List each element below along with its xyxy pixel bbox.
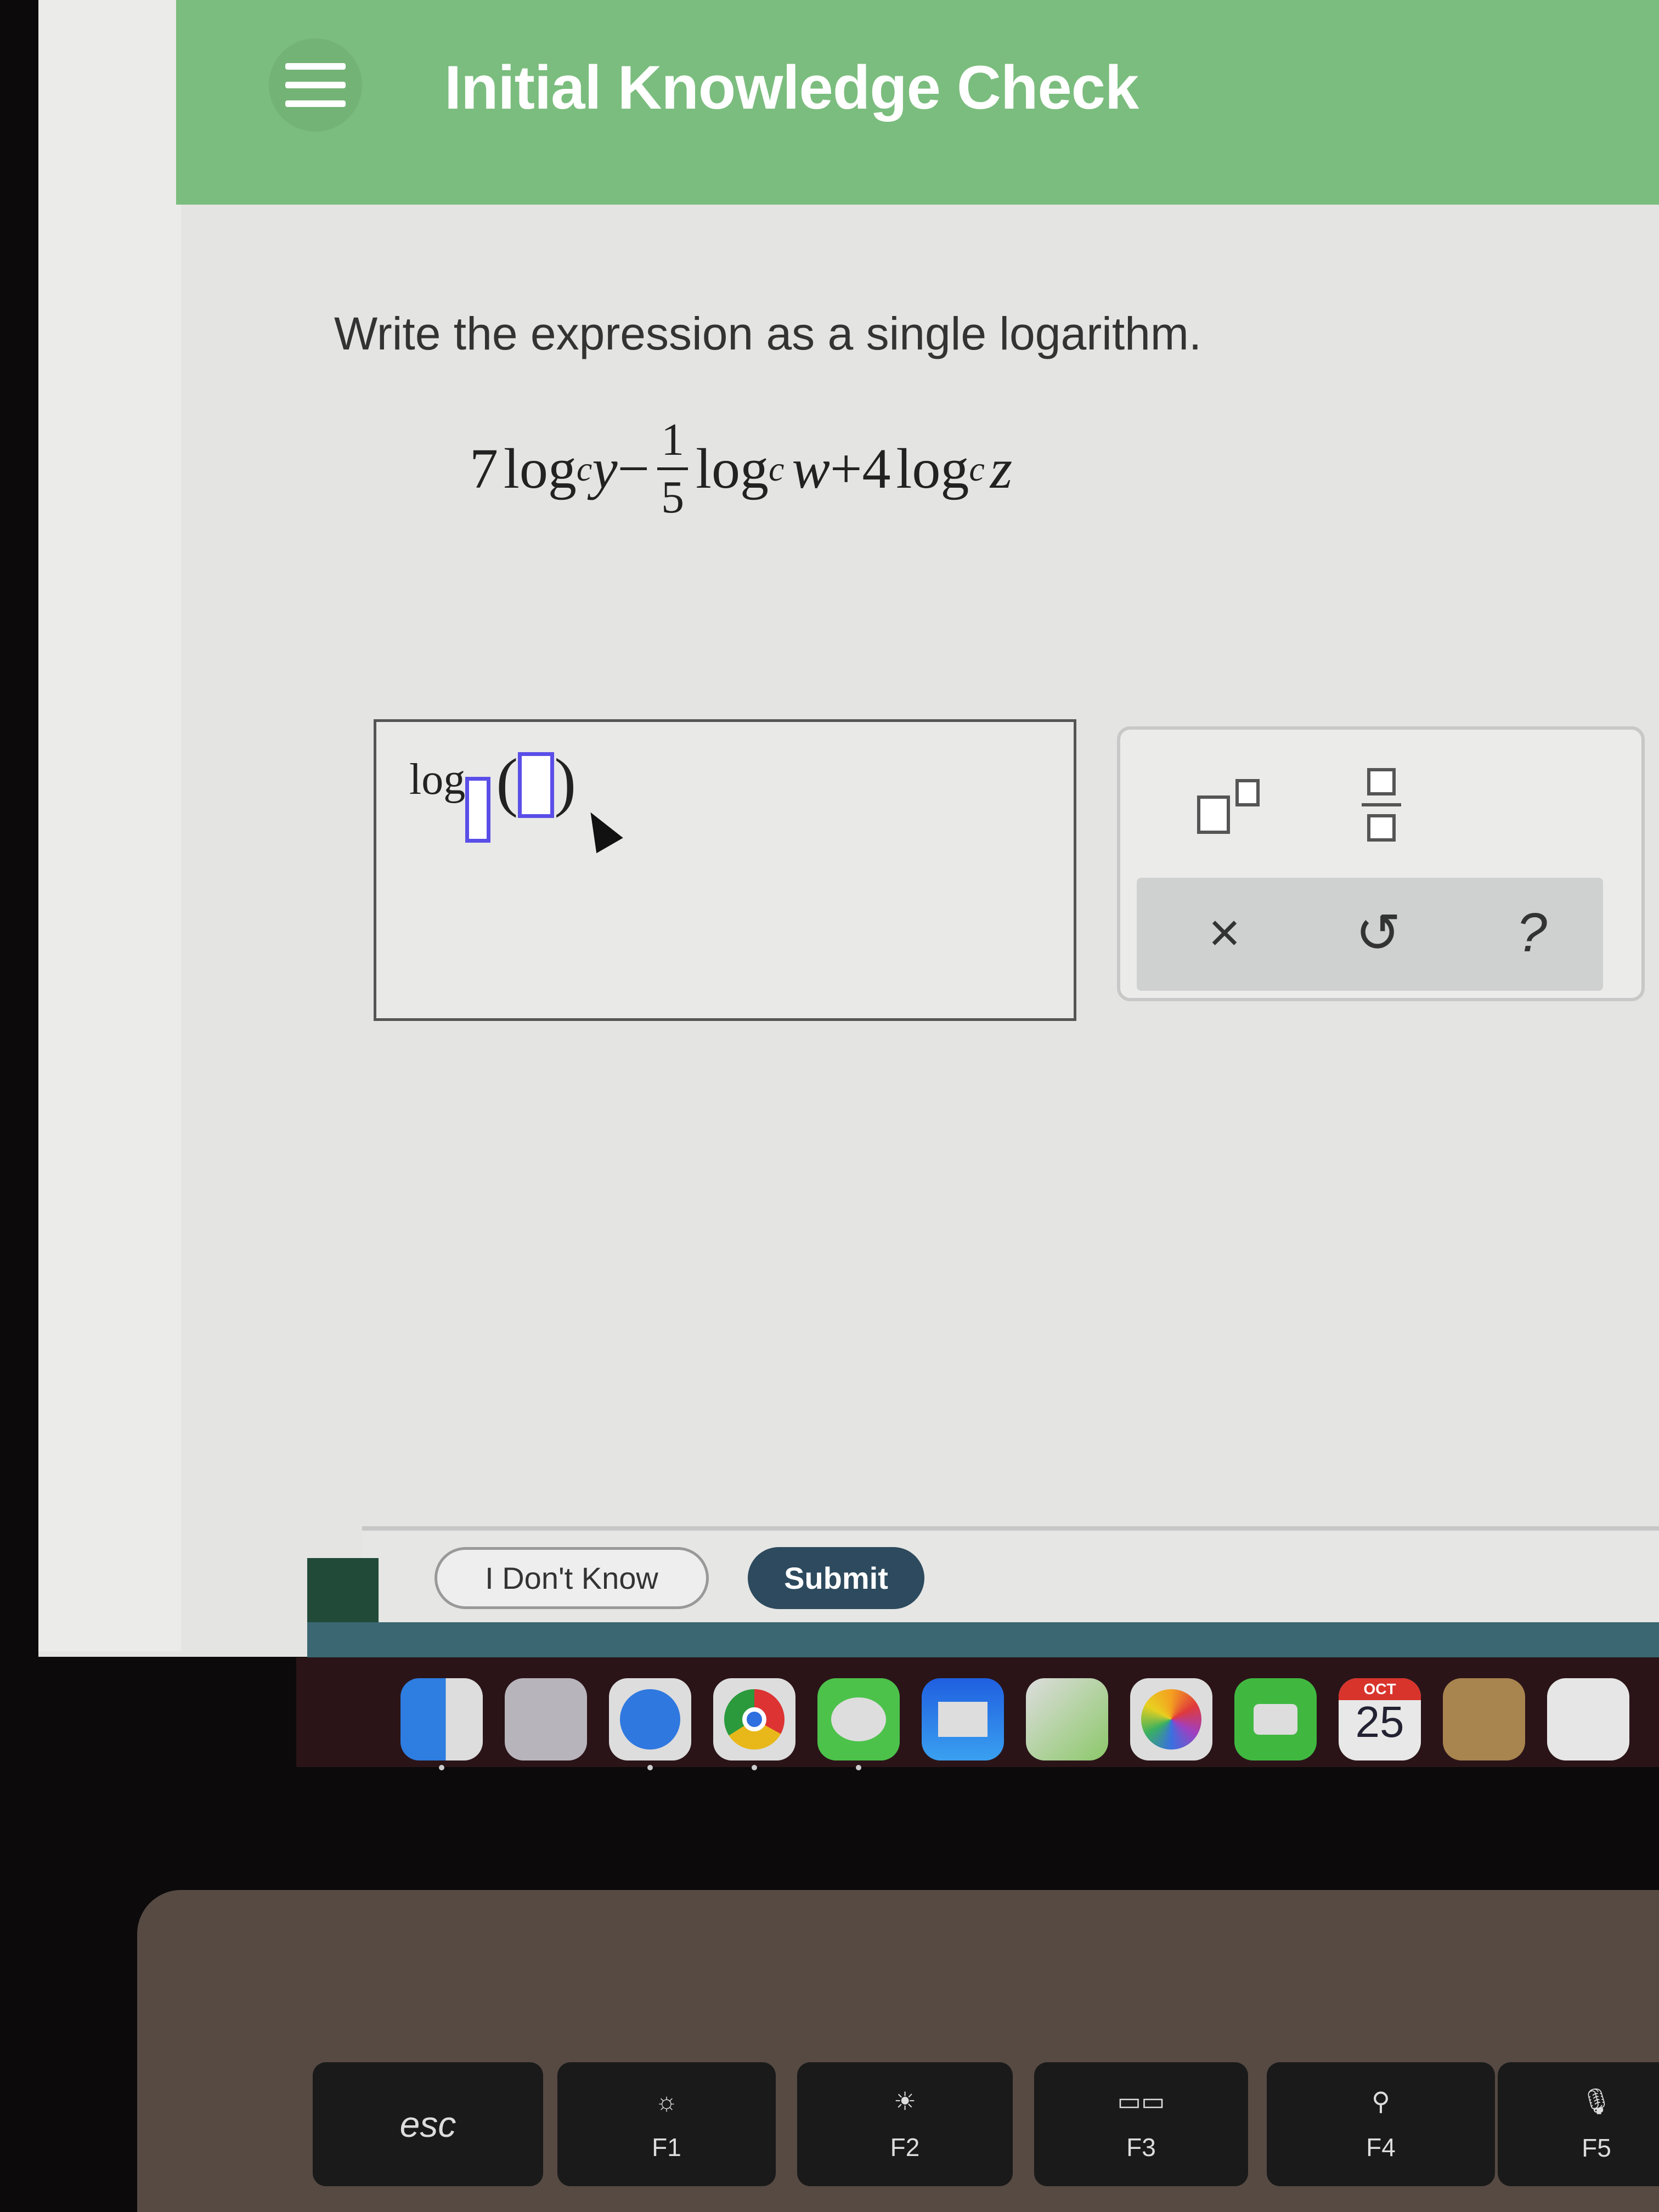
contacts-icon[interactable] (1443, 1678, 1525, 1760)
plus: + (830, 437, 862, 500)
finder-icon[interactable] (400, 1678, 483, 1760)
math-expression: 7 log c y − 15 log c w + 4 log c z (470, 417, 1012, 521)
key-label: F3 (1126, 2133, 1156, 2162)
arg: y (592, 437, 618, 500)
key-label: F5 (1582, 2133, 1611, 2162)
facetime-icon[interactable] (1234, 1678, 1317, 1760)
key-f2[interactable]: ☀ F2 (797, 2062, 1013, 2186)
math-toolbar: × ↺ ? (1117, 726, 1645, 1001)
photos-icon[interactable] (1130, 1678, 1212, 1760)
answer-input[interactable]: log ( ) (374, 719, 1076, 1021)
reminders-icon[interactable] (1547, 1678, 1629, 1760)
page-title: Initial Knowledge Check (444, 53, 1139, 122)
fraction-button[interactable] (1340, 757, 1422, 850)
key-label: esc (399, 2104, 456, 2145)
paren-open: ( (496, 745, 518, 818)
microphone-icon: 🎙 (1580, 2086, 1613, 2115)
mission-control-icon: ▭▭ (1117, 2087, 1165, 2115)
superscript-button[interactable] (1175, 763, 1285, 845)
minus: − (617, 437, 650, 500)
fraction-icon (1367, 768, 1396, 795)
base: c (969, 449, 985, 488)
dont-know-button[interactable]: I Don't Know (435, 1547, 709, 1609)
coef: 4 (862, 437, 891, 500)
brightness-down-icon: ☼ (654, 2087, 679, 2115)
denominator: 5 (661, 472, 685, 523)
page-margin (38, 0, 181, 1651)
numerator: 1 (661, 414, 685, 465)
key-f5[interactable]: 🎙 F5 (1498, 2062, 1659, 2186)
safari-icon[interactable] (609, 1678, 691, 1760)
key-esc[interactable]: esc (313, 2062, 543, 2186)
maps-icon[interactable] (1026, 1678, 1108, 1760)
launchpad-icon[interactable] (505, 1678, 587, 1760)
calendar-day: 25 (1355, 1697, 1404, 1746)
bottom-bar (307, 1622, 1659, 1657)
brightness-up-icon: ☀ (893, 2087, 917, 2115)
undo-button[interactable]: ↺ (1334, 889, 1422, 977)
base: c (576, 449, 592, 488)
fraction: 15 (657, 414, 689, 523)
key-f3[interactable]: ▭▭ F3 (1034, 2062, 1248, 2186)
search-icon: ⚲ (1372, 2087, 1390, 2115)
coef: 7 (470, 437, 498, 500)
messages-icon[interactable] (817, 1678, 900, 1760)
chrome-icon[interactable] (713, 1678, 795, 1760)
mouse-cursor-icon (577, 804, 623, 854)
key-label: F1 (652, 2133, 681, 2162)
key-label: F2 (890, 2133, 920, 2162)
submit-button[interactable]: Submit (748, 1547, 924, 1609)
log: log (696, 437, 769, 500)
superscript-icon (1197, 795, 1230, 834)
log: log (896, 437, 969, 500)
calendar-icon[interactable]: OCT 25 (1339, 1678, 1421, 1760)
key-f4[interactable]: ⚲ F4 (1267, 2062, 1495, 2186)
question-prompt: Write the expression as a single logarit… (334, 308, 1202, 359)
key-f1[interactable]: ☼ F1 (557, 2062, 776, 2186)
base-slot[interactable] (465, 777, 491, 843)
hamburger-icon[interactable] (269, 38, 362, 132)
paren-close: ) (554, 745, 577, 818)
base: c (769, 449, 785, 488)
help-button[interactable]: ? (1488, 889, 1576, 977)
log: log (504, 437, 577, 500)
mail-icon[interactable] (922, 1678, 1004, 1760)
argument-slot[interactable] (518, 752, 555, 818)
clear-button[interactable]: × (1181, 889, 1268, 977)
answer-log-template: log ( ) (409, 745, 576, 843)
arg: z (990, 437, 1013, 500)
key-label: F4 (1366, 2133, 1396, 2162)
arg: w (792, 437, 830, 500)
tool-row: × ↺ ? (1137, 878, 1603, 991)
calendar-month: OCT (1339, 1678, 1421, 1700)
dock: OCT 25 (296, 1657, 1659, 1770)
log-label: log (409, 755, 466, 804)
